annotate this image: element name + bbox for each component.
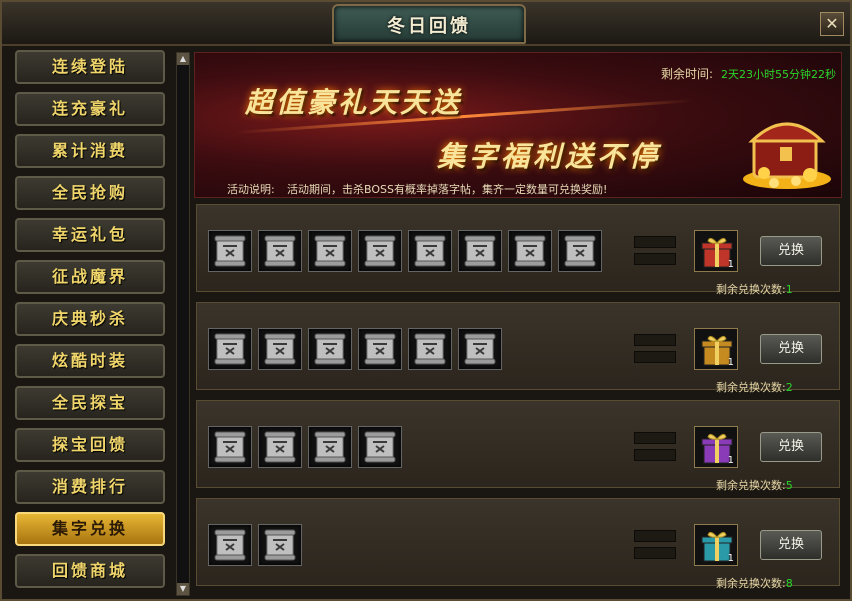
gift-box-icon[interactable]: 1 [694, 426, 738, 468]
scroll-icon[interactable] [358, 230, 402, 272]
remaining-time-value: 2天23小时55分钟22秒 [721, 68, 836, 81]
exchange-row: 1 兑换剩余兑换次数:2 [194, 300, 842, 395]
title-plate: 冬日回馈 [332, 4, 526, 44]
close-button[interactable]: ✕ [820, 12, 844, 36]
scroll-icon[interactable] [308, 328, 352, 370]
scroll-icon[interactable] [308, 426, 352, 468]
exchange-button[interactable]: 兑换 [760, 236, 822, 266]
sidebar-menu: 连续登陆连充豪礼累计消费全民抢购幸运礼包征战魔界庆典秒杀炫酷时装全民探宝探宝回馈… [12, 50, 168, 598]
gift-box-icon[interactable]: 1 [694, 230, 738, 272]
sidebar-item[interactable]: 全民探宝 [15, 386, 165, 420]
exchange-row: 1 兑换剩余兑换次数:8 [194, 496, 842, 591]
event-banner: 剩余时间: 2天23小时55分钟22秒 超值豪礼天天送 集字福利送不停 活动说明… [194, 52, 842, 198]
exchange-button[interactable]: 兑换 [760, 432, 822, 462]
remaining-exchanges-label: 剩余兑换次数: [716, 381, 786, 394]
equals-sign [634, 432, 676, 462]
scroll-icon[interactable] [408, 328, 452, 370]
scroll-down-icon[interactable]: ▼ [177, 583, 189, 595]
scroll-icon[interactable] [308, 230, 352, 272]
exchange-row: 1 兑换剩余兑换次数:5 [194, 398, 842, 493]
treasure-chest-icon [743, 122, 831, 189]
remaining-exchanges: 剩余兑换次数:2 [716, 379, 793, 395]
remaining-exchanges-value: 1 [785, 283, 793, 296]
sidebar-item[interactable]: 庆典秒杀 [15, 302, 165, 336]
remaining-exchanges-label: 剩余兑换次数: [716, 479, 786, 492]
event-window: 冬日回馈 ✕ 连续登陆连充豪礼累计消费全民抢购幸运礼包征战魔界庆典秒杀炫酷时装全… [0, 0, 852, 601]
remaining-exchanges: 剩余兑换次数:8 [716, 575, 793, 591]
scroll-icon[interactable] [458, 328, 502, 370]
exchange-button[interactable]: 兑换 [760, 530, 822, 560]
banner-headline-1: 超值豪礼天天送 [245, 86, 463, 119]
scroll-icon[interactable] [558, 230, 602, 272]
remaining-exchanges: 剩余兑换次数:1 [716, 281, 793, 297]
sidebar-item[interactable]: 炫酷时装 [15, 344, 165, 378]
sidebar-item[interactable]: 消费排行 [15, 470, 165, 504]
gift-box-icon[interactable]: 1 [694, 328, 738, 370]
sidebar-item[interactable]: 累计消费 [15, 134, 165, 168]
sidebar-item[interactable]: 连充豪礼 [15, 92, 165, 126]
scroll-icon[interactable] [208, 230, 252, 272]
banner-headline-2: 集字福利送不停 [437, 140, 662, 173]
gift-count: 1 [727, 357, 734, 368]
remaining-exchanges-value: 2 [785, 381, 793, 394]
scroll-icon[interactable] [408, 230, 452, 272]
remaining-time-label: 剩余时间: [661, 67, 714, 81]
scroll-icon[interactable] [258, 328, 302, 370]
scroll-icon[interactable] [508, 230, 552, 272]
equals-sign [634, 530, 676, 560]
sidebar-item[interactable]: 探宝回馈 [15, 428, 165, 462]
scroll-icon[interactable] [358, 426, 402, 468]
sidebar-item[interactable]: 集字兑换 [15, 512, 165, 546]
scroll-icon[interactable] [208, 426, 252, 468]
gift-box-icon[interactable]: 1 [694, 524, 738, 566]
remaining-exchanges: 剩余兑换次数:5 [716, 477, 793, 493]
description-label: 活动说明: [227, 183, 275, 196]
scrollbar[interactable]: ▲ ▼ [176, 52, 190, 596]
scroll-up-icon[interactable]: ▲ [177, 53, 189, 65]
window-title: 冬日回馈 [387, 16, 471, 37]
remaining-exchanges-value: 5 [785, 479, 793, 492]
remaining-exchanges-label: 剩余兑换次数: [716, 283, 786, 296]
scroll-icon[interactable] [458, 230, 502, 272]
description-text: 活动期间，击杀BOSS有概率掉落字帖，集齐一定数量可兑换奖励! [287, 183, 608, 196]
sidebar-item[interactable]: 征战魔界 [15, 260, 165, 294]
sidebar-item[interactable]: 回馈商城 [15, 554, 165, 588]
title-bar: 冬日回馈 ✕ [2, 2, 850, 46]
equals-sign [634, 236, 676, 266]
exchange-row: 1 兑换 剩余兑换次数:1 [194, 202, 842, 297]
scroll-icon[interactable] [258, 230, 302, 272]
remaining-exchanges-label: 剩余兑换次数: [716, 577, 786, 590]
scroll-icon[interactable] [258, 524, 302, 566]
scroll-icon[interactable] [208, 328, 252, 370]
remaining-exchanges-value: 8 [785, 577, 793, 590]
gift-count: 1 [727, 553, 734, 564]
gift-count: 1 [727, 259, 734, 270]
scroll-icon[interactable] [208, 524, 252, 566]
equals-sign [634, 334, 676, 364]
scroll-icon[interactable] [258, 426, 302, 468]
sidebar-item[interactable]: 幸运礼包 [15, 218, 165, 252]
sidebar-item[interactable]: 连续登陆 [15, 50, 165, 84]
gift-count: 1 [727, 455, 734, 466]
sidebar-item[interactable]: 全民抢购 [15, 176, 165, 210]
exchange-button[interactable]: 兑换 [760, 334, 822, 364]
scroll-icon[interactable] [358, 328, 402, 370]
